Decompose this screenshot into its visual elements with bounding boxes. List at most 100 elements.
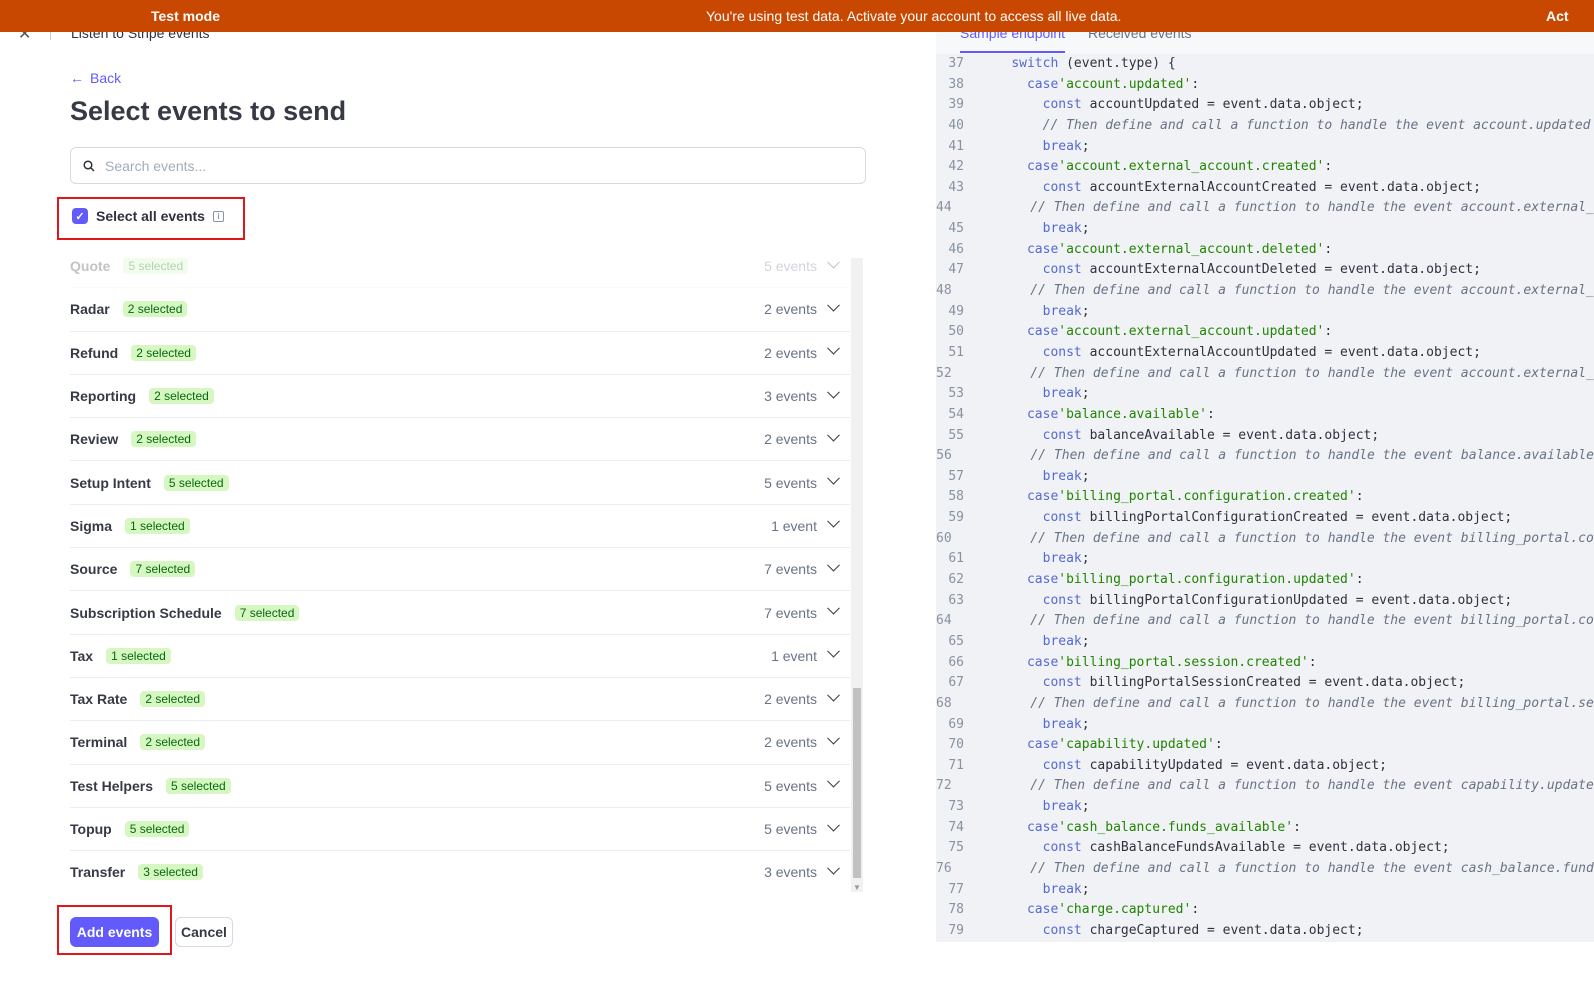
chevron-down-icon[interactable] — [827, 298, 840, 312]
group-name: Quote — [70, 258, 111, 275]
code-line: 74 case 'cash_balance.funds_available': — [936, 818, 1594, 839]
chevron-down-icon[interactable] — [827, 515, 840, 529]
line-number: 41 — [948, 138, 964, 154]
line-number: 78 — [948, 902, 964, 918]
event-group-row[interactable]: Reporting 2 selected 3 events — [70, 375, 850, 419]
code-line: 43 const accountExternalAccountCreated =… — [936, 178, 1594, 199]
chevron-down-icon[interactable] — [827, 428, 840, 442]
selected-badge: 2 selected — [131, 431, 196, 448]
selected-badge: 2 selected — [122, 301, 188, 318]
chevron-down-icon[interactable] — [827, 472, 840, 485]
chevron-down-icon[interactable] — [827, 342, 840, 355]
code-line: 47 const accountExternalAccountDeleted =… — [936, 260, 1594, 281]
selected-badge: 1 selected — [106, 647, 171, 664]
event-group-row[interactable]: Transfer 3 selected 3 events — [70, 851, 850, 893]
scrollbar[interactable]: ▼ — [851, 258, 863, 892]
group-name: Subscription Schedule — [70, 604, 222, 621]
chevron-down-icon[interactable] — [827, 601, 840, 615]
line-number: 57 — [948, 468, 964, 484]
activate-link[interactable]: Act — [1546, 8, 1569, 24]
event-group-row[interactable]: Sigma 1 selected 1 event — [70, 505, 850, 549]
chevron-down-icon[interactable] — [827, 255, 840, 269]
line-number: 45 — [948, 221, 964, 237]
code-line: 58 case 'billing_portal.configuration.cr… — [936, 487, 1594, 508]
group-name: Tax Rate — [70, 691, 128, 708]
chevron-down-icon[interactable] — [827, 818, 840, 832]
select-all-label: Select all events — [96, 208, 205, 224]
chevron-down-icon[interactable] — [827, 861, 840, 875]
cancel-button[interactable]: Cancel — [175, 917, 233, 947]
event-group-row[interactable]: Subscription Schedule 7 selected 7 events — [70, 591, 850, 635]
scrollbar-thumb[interactable] — [853, 688, 861, 878]
selected-badge: 2 selected — [149, 388, 214, 405]
group-name: Refund — [70, 344, 119, 361]
test-mode-label: Test mode — [151, 8, 220, 24]
chevron-down-icon[interactable] — [827, 645, 840, 658]
event-count: 2 events — [764, 691, 817, 708]
event-group-row[interactable]: Refund 2 selected 2 events — [70, 332, 850, 375]
search-input[interactable] — [105, 157, 865, 174]
line-number: 56 — [936, 448, 952, 464]
event-group-row[interactable]: Tax Rate 2 selected 2 events — [70, 678, 850, 722]
code-line: 62 case 'billing_portal.configuration.up… — [936, 570, 1594, 591]
event-count: 5 events — [764, 777, 817, 794]
line-number: 70 — [948, 737, 964, 753]
code-line: 66 case 'billing_portal.session.created'… — [936, 653, 1594, 674]
line-number: 76 — [936, 860, 952, 876]
selected-badge: 5 selected — [166, 777, 231, 794]
code-line: 61 break; — [936, 549, 1594, 570]
line-number: 68 — [936, 695, 952, 711]
line-number: 37 — [948, 56, 964, 71]
code-line: 77 break; — [936, 880, 1594, 901]
code-line: 69 break; — [936, 715, 1594, 736]
line-number: 72 — [936, 778, 952, 794]
event-group-row[interactable]: Radar 2 selected 2 events — [70, 288, 850, 332]
event-count: 7 events — [764, 604, 817, 621]
line-number: 69 — [948, 716, 964, 732]
line-number: 55 — [948, 427, 964, 443]
code-line: 46 case 'account.external_account.delete… — [936, 240, 1594, 261]
code-line: 40 // Then define and call a function to… — [936, 116, 1594, 137]
line-number: 65 — [948, 633, 964, 649]
add-events-button[interactable]: Add events — [70, 917, 159, 947]
selected-badge: 1 selected — [125, 517, 190, 534]
event-count: 5 events — [764, 821, 817, 837]
chevron-down-icon[interactable] — [827, 385, 840, 399]
line-number: 62 — [948, 572, 964, 588]
back-link[interactable]: ← Back — [70, 70, 121, 86]
code-line: 57 break; — [936, 467, 1594, 488]
checkbox-checked-icon[interactable]: ✓ — [72, 208, 88, 224]
info-icon[interactable]: i — [212, 210, 224, 222]
selected-badge: 5 selected — [163, 474, 229, 491]
selected-badge: 5 selected — [124, 821, 190, 837]
event-count: 2 events — [764, 344, 817, 361]
group-name: Terminal — [70, 734, 128, 751]
line-number: 40 — [948, 117, 964, 133]
line-number: 39 — [948, 97, 964, 113]
line-number: 71 — [948, 757, 964, 773]
event-group-row[interactable]: Setup Intent 5 selected 5 events — [70, 461, 850, 505]
selected-badge: 2 selected — [140, 691, 206, 708]
search-field[interactable] — [70, 147, 866, 184]
group-name: Review — [70, 431, 119, 448]
select-all-checkbox[interactable]: ✓ Select all events i — [72, 208, 224, 224]
group-name: Sigma — [70, 517, 113, 534]
code-line: 56 // Then define and call a function to… — [936, 446, 1594, 467]
event-group-row[interactable]: Topup 5 selected 5 events — [70, 808, 850, 852]
event-group-row[interactable]: Review 2 selected 2 events — [70, 418, 850, 462]
event-group-row[interactable]: Source 7 selected 7 events — [70, 548, 850, 592]
line-number: 50 — [948, 324, 964, 340]
event-group-row[interactable]: Quote 5 selected 5 events — [70, 245, 850, 289]
chevron-down-icon[interactable] — [827, 558, 840, 572]
event-count: 3 events — [764, 864, 817, 881]
chevron-down-icon[interactable] — [827, 731, 840, 745]
event-count: 2 events — [764, 301, 817, 318]
chevron-down-icon[interactable] — [827, 775, 840, 788]
banner-message: You're using test data. Activate your ac… — [706, 8, 1122, 24]
event-group-row[interactable]: Terminal 2 selected 2 events — [70, 721, 850, 765]
event-group-row[interactable]: Tax 1 selected 1 event — [70, 635, 850, 678]
event-group-row[interactable]: Test Helpers 5 selected 5 events — [70, 765, 850, 808]
group-name: Source — [70, 561, 118, 578]
chevron-down-icon[interactable] — [827, 688, 840, 702]
scroll-down-icon[interactable]: ▼ — [853, 883, 861, 892]
